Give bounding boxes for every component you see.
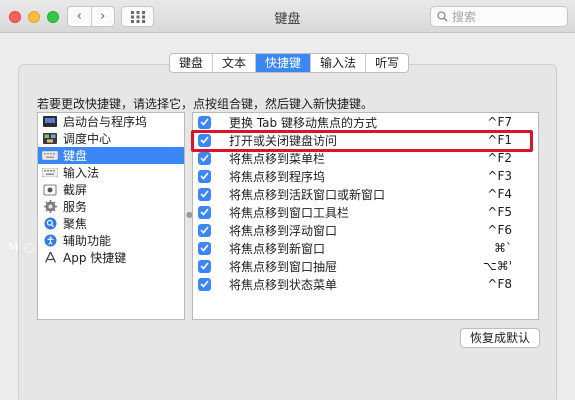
shortcut-checkbox[interactable] xyxy=(198,223,211,237)
checkmark-icon xyxy=(200,190,209,198)
checkmark-icon xyxy=(200,208,209,216)
search-placeholder: 搜索 xyxy=(452,10,477,24)
back-button[interactable]: ‹ xyxy=(68,7,91,26)
category-list: 启动台与程序坞 调度中心 键盘 输入法 截屏 服务 聚焦 辅助功能 App 快捷… xyxy=(37,112,185,320)
tab-text[interactable]: 文本 xyxy=(212,54,255,72)
watermark: M ○ ... m xyxy=(8,240,73,254)
shortcut-row[interactable]: 将焦点移到活跃窗口或新窗口 ^F4 xyxy=(193,185,538,203)
shortcut-key[interactable]: ^F8 xyxy=(478,277,538,291)
category-label: App 快捷键 xyxy=(63,251,127,265)
screenshot-icon xyxy=(42,183,58,197)
category-label: 截屏 xyxy=(63,183,88,197)
instruction-text: 若要更改快捷键，请选择它，点按组合键，然后键入新快捷键。 xyxy=(37,97,374,111)
chevron-right-icon: › xyxy=(100,9,106,24)
mission-control-icon xyxy=(42,132,58,146)
shortcut-row[interactable]: 将焦点移到新窗口 ⌘` xyxy=(193,239,538,257)
shortcut-checkbox[interactable] xyxy=(198,169,211,183)
checkmark-icon xyxy=(200,226,209,234)
search-icon xyxy=(437,11,448,22)
category-label: 输入法 xyxy=(63,166,100,180)
shortcut-label: 将焦点移到菜单栏 xyxy=(229,151,326,166)
close-window-button[interactable] xyxy=(9,11,21,23)
category-item-keyboard[interactable]: 键盘 xyxy=(38,147,184,164)
shortcut-row[interactable]: 将焦点移到浮动窗口 ^F6 xyxy=(193,221,538,239)
checkmark-icon xyxy=(200,136,209,144)
category-item-services[interactable]: 服务 xyxy=(38,198,184,215)
shortcut-label: 将焦点移到活跃窗口或新窗口 xyxy=(229,187,386,202)
shortcut-row[interactable]: 将焦点移到菜单栏 ^F2 xyxy=(193,149,538,167)
shortcut-key[interactable]: ^F5 xyxy=(478,205,538,219)
shortcut-checkbox[interactable] xyxy=(198,277,211,291)
shortcut-checkbox[interactable] xyxy=(198,205,211,219)
forward-button[interactable]: › xyxy=(90,7,115,26)
shortcut-row[interactable]: 更换 Tab 键移动焦点的方式 ^F7 xyxy=(193,113,538,131)
tab-bar: 键盘 文本 快捷键 输入法 听写 xyxy=(169,53,410,73)
category-item-input-sources[interactable]: 输入法 xyxy=(38,164,184,181)
category-label: 键盘 xyxy=(63,149,88,163)
input-source-icon xyxy=(42,166,58,180)
shortcut-label: 将焦点移到新窗口 xyxy=(229,241,326,256)
restore-defaults-button[interactable]: 恢复成默认 xyxy=(460,328,540,348)
category-item-launchpad[interactable]: 启动台与程序坞 xyxy=(38,113,184,130)
tab-keyboard[interactable]: 键盘 xyxy=(170,54,212,72)
checkmark-icon xyxy=(200,244,209,252)
category-label: 启动台与程序坞 xyxy=(63,115,148,129)
spotlight-icon xyxy=(42,217,58,231)
checkmark-icon xyxy=(200,118,209,126)
shortcut-list: 更换 Tab 键移动焦点的方式 ^F7 打开或关闭键盘访问 ^F1 将焦点移到菜… xyxy=(192,112,539,320)
checkmark-icon xyxy=(200,280,209,288)
tab-dictation[interactable]: 听写 xyxy=(365,54,408,72)
keyboard-icon xyxy=(42,149,58,163)
checkmark-icon xyxy=(200,154,209,162)
shortcut-row[interactable]: 将焦点移到窗口抽屉 ⌥⌘' xyxy=(193,257,538,275)
shortcut-key[interactable]: ^F7 xyxy=(478,115,538,129)
gear-icon xyxy=(42,200,58,214)
category-item-spotlight[interactable]: 聚焦 xyxy=(38,215,184,232)
minimize-window-button[interactable] xyxy=(28,11,40,23)
tab-input-sources[interactable]: 输入法 xyxy=(310,54,365,72)
zoom-window-button[interactable] xyxy=(47,11,59,23)
shortcut-label: 将焦点移到窗口工具栏 xyxy=(229,205,350,220)
title-bar: ‹ › 键盘 搜索 xyxy=(0,0,575,33)
show-all-button[interactable] xyxy=(121,6,154,27)
navigation-group: ‹ › xyxy=(67,6,115,27)
shortcut-key[interactable]: ^F4 xyxy=(478,187,538,201)
search-input[interactable]: 搜索 xyxy=(430,6,568,27)
launchpad-icon xyxy=(42,115,58,129)
shortcut-label: 将焦点移到程序坞 xyxy=(229,169,326,184)
shortcut-key[interactable]: ⌘` xyxy=(478,241,538,255)
category-label: 聚焦 xyxy=(63,217,88,231)
shortcut-label: 将焦点移到窗口抽屉 xyxy=(229,259,338,274)
shortcut-key[interactable]: ⌥⌘' xyxy=(478,259,538,273)
grid-icon xyxy=(130,10,145,23)
split-handle[interactable]: ● xyxy=(186,210,193,220)
shortcut-key[interactable]: ^F1 xyxy=(478,133,538,147)
shortcut-key[interactable]: ^F2 xyxy=(478,151,538,165)
shortcut-checkbox[interactable] xyxy=(198,115,211,129)
category-item-mission-control[interactable]: 调度中心 xyxy=(38,130,184,147)
shortcut-checkbox[interactable] xyxy=(198,259,211,273)
category-item-screenshots[interactable]: 截屏 xyxy=(38,181,184,198)
shortcut-key[interactable]: ^F6 xyxy=(478,223,538,237)
shortcut-label: 将焦点移到浮动窗口 xyxy=(229,223,338,238)
shortcut-row[interactable]: 将焦点移到窗口工具栏 ^F5 xyxy=(193,203,538,221)
shortcut-checkbox[interactable] xyxy=(198,187,211,201)
shortcut-label: 将焦点移到状态菜单 xyxy=(229,277,338,292)
shortcut-row[interactable]: 将焦点移到程序坞 ^F3 xyxy=(193,167,538,185)
shortcut-row[interactable]: 将焦点移到状态菜单 ^F8 xyxy=(193,275,538,293)
shortcut-row[interactable]: 打开或关闭键盘访问 ^F1 xyxy=(193,131,538,149)
tab-shortcuts[interactable]: 快捷键 xyxy=(255,54,311,72)
checkmark-icon xyxy=(200,262,209,270)
category-label: 服务 xyxy=(63,200,88,214)
shortcut-key[interactable]: ^F3 xyxy=(478,169,538,183)
shortcut-label: 打开或关闭键盘访问 xyxy=(229,133,338,148)
shortcut-checkbox[interactable] xyxy=(198,151,211,165)
shortcut-checkbox[interactable] xyxy=(198,241,211,255)
shortcut-label: 更换 Tab 键移动焦点的方式 xyxy=(229,115,377,130)
chevron-left-icon: ‹ xyxy=(76,9,82,24)
checkmark-icon xyxy=(200,172,209,180)
category-label: 调度中心 xyxy=(63,132,112,146)
shortcut-checkbox[interactable] xyxy=(198,133,211,147)
